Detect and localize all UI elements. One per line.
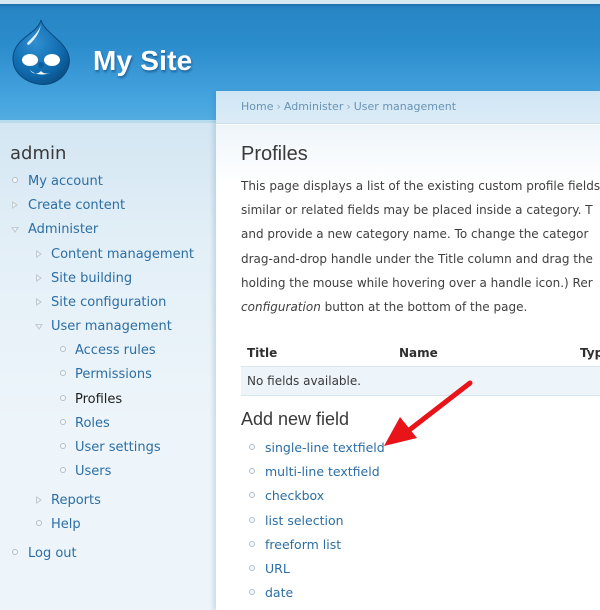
add-single-line-textfield-link[interactable]: single-line textfield (265, 440, 385, 455)
sidebar-title: admin (10, 143, 67, 164)
collapsed-arrow-icon (36, 250, 42, 258)
bullet-icon (60, 395, 66, 401)
nav-my-account[interactable]: My account (28, 174, 103, 189)
nav-reports[interactable]: Reports (51, 493, 101, 508)
page-description: This page displays a list of the existin… (241, 174, 600, 319)
bullet-icon (249, 541, 255, 547)
collapsed-arrow-icon (36, 274, 42, 282)
nav-access-rules[interactable]: Access rules (75, 343, 156, 358)
bullet-icon (60, 346, 66, 352)
description-line: similar or related fields may be placed … (241, 203, 593, 218)
description-line: and provide a new category name. To chan… (241, 227, 589, 242)
add-checkbox-link[interactable]: checkbox (265, 488, 324, 503)
breadcrumb-administer[interactable]: Administer (284, 100, 343, 113)
bullet-icon (249, 468, 255, 474)
bullet-icon (60, 467, 66, 473)
add-list-selection-link[interactable]: list selection (265, 513, 344, 528)
add-new-field-title: Add new field (241, 409, 350, 429)
add-date-link[interactable]: date (265, 585, 293, 600)
bullet-icon (249, 492, 255, 498)
bullet-icon (12, 549, 18, 555)
nav-user-management[interactable]: User management (51, 319, 172, 334)
collapsed-arrow-icon (12, 201, 18, 209)
breadcrumb-separator: › (276, 100, 281, 113)
nav-users[interactable]: Users (75, 464, 111, 479)
description-line: configuration button at the bottom of th… (241, 295, 600, 319)
nav-site-building[interactable]: Site building (51, 271, 132, 286)
add-multi-line-textfield-link[interactable]: multi-line textfield (265, 464, 380, 479)
collapsed-arrow-icon (36, 496, 42, 504)
nav-create-content[interactable]: Create content (28, 198, 125, 213)
nav-log-out[interactable]: Log out (28, 546, 77, 561)
breadcrumb: Home › Administer › User management (241, 100, 456, 113)
site-name[interactable]: My Site (93, 45, 192, 77)
empty-message: No fields available. (247, 374, 362, 388)
nav-user-settings[interactable]: User settings (75, 440, 161, 455)
collapsed-arrow-icon (36, 298, 42, 306)
bullet-icon (36, 520, 42, 526)
description-text: button at the bottom of the page. (320, 300, 528, 315)
nav-content-management[interactable]: Content management (51, 247, 194, 262)
bullet-icon (60, 370, 66, 376)
add-freeform-list-link[interactable]: freeform list (265, 537, 341, 552)
bullet-icon (249, 589, 255, 595)
bullet-icon (60, 443, 66, 449)
column-header-name[interactable]: Name (399, 346, 438, 360)
bullet-icon (249, 517, 255, 523)
bullet-icon (12, 177, 18, 183)
description-line: This page displays a list of the existin… (241, 179, 600, 193)
bullet-icon (249, 444, 255, 450)
nav-site-configuration[interactable]: Site configuration (51, 295, 166, 310)
breadcrumb-home[interactable]: Home (241, 100, 273, 113)
description-line: holding the mouse while hovering over a … (241, 275, 593, 290)
column-header-type[interactable]: Typ (580, 346, 600, 360)
expanded-arrow-icon (35, 324, 43, 330)
nav-permissions[interactable]: Permissions (75, 367, 152, 382)
expanded-arrow-icon (11, 227, 19, 233)
breadcrumb-user-management[interactable]: User management (354, 100, 456, 113)
nav-administer[interactable]: Administer (28, 222, 98, 237)
nav-profiles[interactable]: Profiles (75, 392, 122, 407)
breadcrumb-separator: › (346, 100, 351, 113)
add-url-link[interactable]: URL (265, 561, 290, 576)
nav-help[interactable]: Help (51, 517, 81, 532)
nav-roles[interactable]: Roles (75, 416, 110, 431)
column-header-title[interactable]: Title (247, 346, 277, 360)
page-title: Profiles (241, 143, 308, 165)
bullet-icon (249, 565, 255, 571)
drupal-logo-icon[interactable] (10, 18, 72, 86)
description-emphasis: configuration (241, 300, 321, 315)
description-line: drag-and-drop handle under the Title col… (241, 251, 593, 266)
bullet-icon (60, 419, 66, 425)
